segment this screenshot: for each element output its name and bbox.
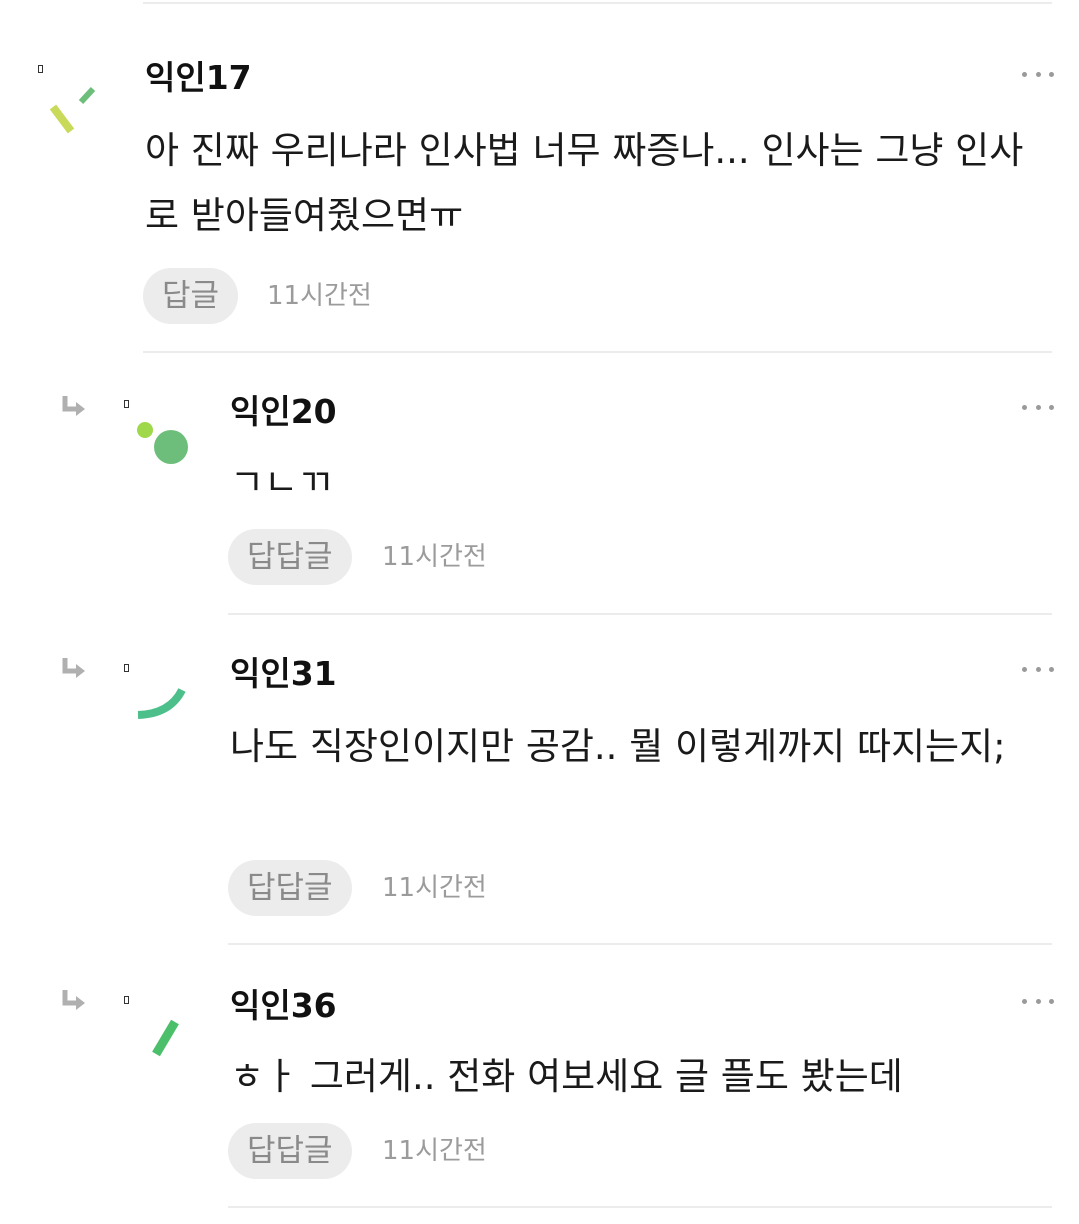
timestamp: 11시간전 <box>382 873 487 903</box>
more-options-icon[interactable] <box>1022 661 1054 677</box>
small-square-icon <box>38 65 43 73</box>
reply-arrow-icon <box>62 658 85 678</box>
reply-button[interactable]: 답글 <box>143 268 239 324</box>
reply-arrow-icon <box>62 396 85 416</box>
small-square-icon <box>124 996 129 1004</box>
avatar <box>137 422 188 464</box>
timestamp: 11시간전 <box>382 1136 487 1166</box>
comment-item: 익인17 아 진짜 우리나라 인사법 너무 짜증나... 인사는 그냥 인사로 … <box>0 0 1079 352</box>
small-square-icon <box>124 664 129 672</box>
small-square-icon <box>124 400 129 408</box>
reply-button[interactable]: 답답글 <box>228 860 352 916</box>
reply-comment-item: 익인36 ㅎㅏ 그러게.. 전화 여보세요 글 플도 봤는데 답답글 11시간전 <box>0 944 1079 1208</box>
author-name: 익인17 <box>145 58 252 97</box>
reply-button[interactable]: 답답글 <box>228 1123 352 1179</box>
author-name: 익인31 <box>230 654 337 693</box>
more-options-icon[interactable] <box>1022 993 1054 1009</box>
author-name: 익인36 <box>230 986 337 1025</box>
timestamp: 11시간전 <box>267 281 372 311</box>
more-options-icon[interactable] <box>1022 66 1054 82</box>
comment-text: 나도 직장인이지만 공감.. 뭘 이렇게까지 따지는지; <box>230 725 1006 768</box>
avatar <box>152 1019 179 1057</box>
comment-text: ㅎㅏ 그러게.. 전화 여보세요 글 플도 봤는데 <box>230 1055 903 1098</box>
comment-divider <box>228 1206 1052 1208</box>
author-name: 익인20 <box>230 392 337 431</box>
reply-arrow-icon <box>62 990 85 1010</box>
more-options-icon[interactable] <box>1022 399 1054 415</box>
comment-text: 아 진짜 우리나라 인사법 너무 짜증나... 인사는 그냥 인사로 받아들여줬… <box>145 129 1024 237</box>
avatar <box>137 688 186 719</box>
reply-button[interactable]: 답답글 <box>228 529 352 585</box>
reply-comment-item: 익인20 ㄱㄴㄲ 답답글 11시간전 <box>0 352 1079 614</box>
timestamp: 11시간전 <box>382 542 487 572</box>
avatar <box>49 86 96 134</box>
comment-text: ㄱㄴㄲ <box>230 461 333 504</box>
reply-comment-item: 익인31 나도 직장인이지만 공감.. 뭘 이렇게까지 따지는지; 답답글 11… <box>0 614 1079 944</box>
